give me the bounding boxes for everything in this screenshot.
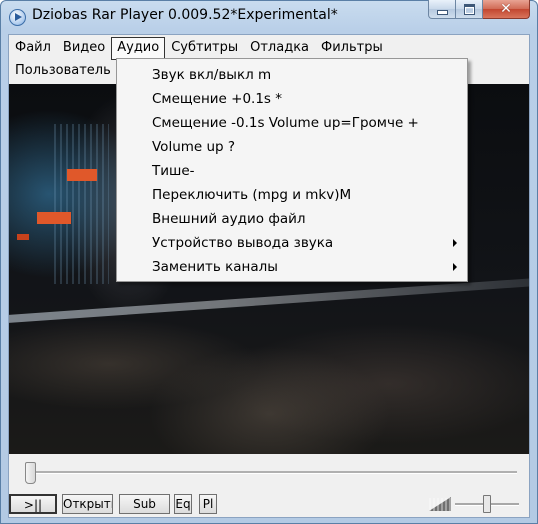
submenu-arrow-icon bbox=[453, 239, 457, 247]
maximize-icon bbox=[463, 3, 475, 15]
menu-item-offset-minus[interactable]: Смещение -0.1s Volume up=Громче + bbox=[152, 111, 419, 135]
open-button[interactable]: Открыть bbox=[62, 494, 113, 514]
menu-item-volume-up[interactable]: Volume up ? bbox=[152, 135, 235, 159]
menu-file[interactable]: Файл bbox=[9, 37, 57, 59]
menu-item-volume-down[interactable]: Тише- bbox=[152, 159, 195, 183]
menu-item-swap-channels[interactable]: Заменить каналы bbox=[152, 255, 278, 279]
menu-debug[interactable]: Отладка bbox=[244, 37, 315, 59]
menu-filters[interactable]: Фильтры bbox=[315, 37, 389, 59]
stage-light bbox=[67, 169, 97, 181]
menu-user[interactable]: Пользователь bbox=[9, 60, 117, 82]
minimize-button[interactable] bbox=[428, 0, 456, 19]
title-bar[interactable]: Dziobas Rar Player 0.009.52*Experimental… bbox=[0, 0, 538, 34]
stage-lighting-rig bbox=[54, 124, 109, 284]
close-icon: ✕ bbox=[500, 1, 512, 17]
submenu-arrow-icon bbox=[453, 263, 457, 271]
seek-thumb[interactable] bbox=[25, 462, 36, 484]
app-play-icon bbox=[9, 9, 26, 26]
menu-subtitles[interactable]: Субтитры bbox=[165, 37, 244, 59]
menu-item-output-device[interactable]: Устройство вывода звука bbox=[152, 231, 333, 255]
audio-menu-dropdown: Звук вкл/выкл m Смещение +0.1s * Смещени… bbox=[116, 58, 468, 282]
volume-thumb[interactable] bbox=[482, 495, 491, 513]
stage-light bbox=[37, 212, 71, 224]
play-pause-button[interactable]: >|| bbox=[9, 494, 57, 514]
volume-icon bbox=[429, 497, 451, 511]
playlist-button[interactable]: Pl bbox=[199, 494, 217, 514]
close-button[interactable]: ✕ bbox=[483, 0, 530, 19]
window-title: Dziobas Rar Player 0.009.52*Experimental… bbox=[32, 7, 338, 23]
equalizer-button[interactable]: Eq bbox=[174, 494, 192, 514]
seek-bar[interactable] bbox=[29, 471, 517, 474]
subtitles-button[interactable]: Sub bbox=[119, 494, 170, 514]
stage-light bbox=[17, 234, 29, 240]
menu-bar: Файл Видео Аудио Субтитры Отладка Фильтр… bbox=[9, 37, 529, 60]
menu-video[interactable]: Видео bbox=[57, 37, 111, 59]
menu-item-mute[interactable]: Звук вкл/выкл m bbox=[152, 63, 271, 87]
menu-item-external-audio[interactable]: Внешний аудио файл bbox=[152, 207, 306, 231]
minimize-icon bbox=[436, 9, 448, 15]
menu-item-offset-plus[interactable]: Смещение +0.1s * bbox=[152, 87, 282, 111]
maximize-button[interactable] bbox=[456, 0, 483, 19]
menu-item-switch-track[interactable]: Переключить (mpg и mkv)M bbox=[152, 183, 351, 207]
menu-audio[interactable]: Аудио bbox=[111, 37, 166, 60]
